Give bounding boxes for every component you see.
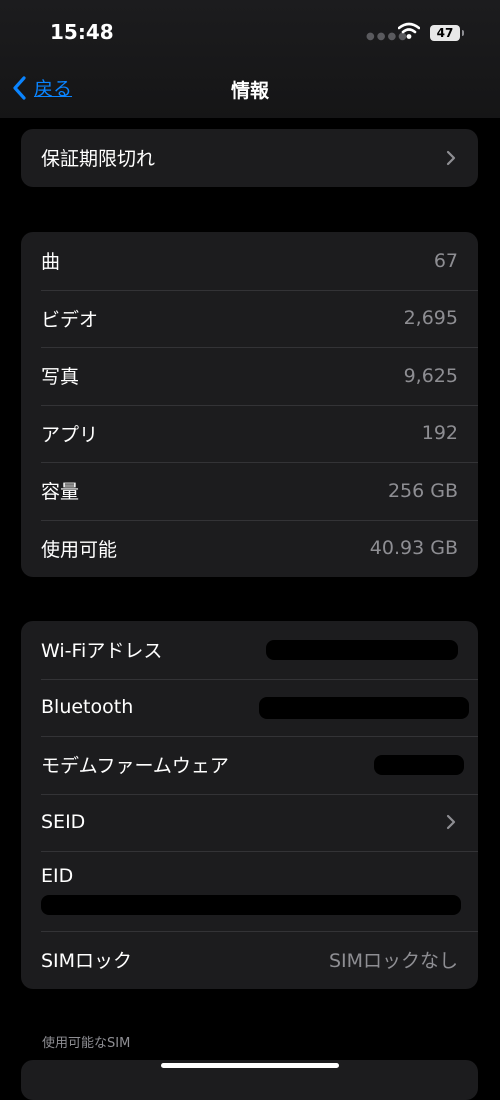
chevron-right-icon (446, 815, 456, 830)
modem-firmware-row[interactable]: モデムファームウェア (21, 736, 478, 794)
eid-row[interactable]: EID (21, 851, 478, 931)
seid-label: SEID (41, 811, 86, 834)
warranty-row[interactable]: 保証期限切れ (21, 129, 478, 187)
chevron-right-icon (446, 150, 456, 165)
songs-value: 67 (433, 249, 458, 272)
page-title: 情報 (230, 80, 269, 102)
apps-value: 192 (421, 422, 458, 445)
home-indicator[interactable] (161, 1063, 339, 1068)
redaction-mark (374, 755, 464, 775)
photos-value: 9,625 (403, 364, 458, 387)
navigation-bar: 戻る 情報 (0, 64, 500, 114)
stats-row-photos: 写真 9,625 (21, 347, 478, 405)
capacity-label: 容量 (41, 481, 80, 504)
capacity-value: 256 GB (387, 479, 458, 502)
available-sim-caption: 使用可能なSIM (42, 1036, 131, 1051)
available-value: 40.93 GB (369, 537, 458, 560)
apps-label: アプリ (41, 423, 99, 446)
stats-row-apps: アプリ 192 (21, 404, 478, 463)
battery-icon: 47 (430, 25, 464, 41)
stats-row-songs: 曲 67 (21, 232, 478, 290)
songs-label: 曲 (41, 251, 61, 274)
available-label: 使用可能 (41, 538, 118, 561)
device-info-group: Wi-Fiアドレス Bluetooth モデムファームウェア SEID EID … (21, 621, 478, 989)
wifi-address-label: Wi-Fiアドレス (41, 640, 163, 663)
stats-row-capacity: 容量 256 GB (21, 462, 478, 520)
stats-row-available: 使用可能 40.93 GB (21, 519, 478, 578)
warranty-label: 保証期限切れ (41, 148, 156, 171)
eid-label: EID (41, 865, 74, 887)
photos-label: 写真 (41, 366, 80, 389)
sim-lock-value: SIMロックなし (328, 950, 458, 973)
status-bar: 15:48 ●●●● 47 (0, 0, 500, 64)
bluetooth-row[interactable]: Bluetooth (21, 678, 478, 737)
bluetooth-label: Bluetooth (41, 696, 134, 719)
modem-firmware-label: モデムファームウェア (41, 755, 229, 778)
usage-stats-group: 曲 67 ビデオ 2,695 写真 9,625 アプリ 192 容量 256 G… (21, 232, 478, 577)
wifi-address-row[interactable]: Wi-Fiアドレス (21, 621, 478, 679)
stats-row-videos: ビデオ 2,695 (21, 289, 478, 348)
videos-label: ビデオ (41, 308, 99, 331)
wifi-icon (398, 22, 420, 39)
videos-value: 2,695 (403, 307, 458, 330)
redaction-mark (259, 696, 469, 719)
sim-lock-row: SIMロック SIMロックなし (21, 931, 478, 989)
warranty-group: 保証期限切れ (21, 129, 478, 187)
sim-lock-label: SIMロック (41, 950, 133, 973)
redaction-mark (266, 640, 458, 660)
status-time: 15:48 (50, 20, 114, 44)
seid-row[interactable]: SEID (21, 793, 478, 852)
redaction-mark (41, 895, 461, 915)
